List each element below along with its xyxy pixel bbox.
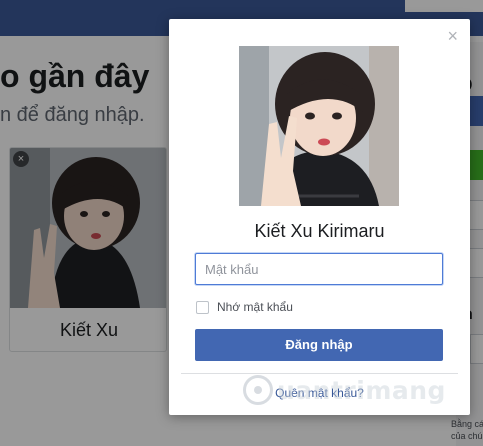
login-dialog: × Kiết Xu Kirimaru Nhớ mật khẩu Đăng nhậ… (169, 19, 470, 415)
profile-photo (239, 46, 399, 206)
remember-password-option[interactable]: Nhớ mật khẩu (196, 300, 293, 314)
forgot-password-link[interactable]: Quên mật khẩu? (169, 386, 470, 400)
account-name: Kiết Xu Kirimaru (254, 221, 385, 241)
remember-password-label: Nhớ mật khẩu (217, 300, 293, 314)
login-button[interactable]: Đăng nhập (195, 329, 443, 361)
divider (181, 373, 458, 374)
profile-photo-illustration (239, 46, 399, 206)
remember-password-checkbox[interactable] (196, 300, 209, 314)
password-input[interactable] (195, 253, 443, 285)
close-icon[interactable]: × (447, 27, 458, 45)
